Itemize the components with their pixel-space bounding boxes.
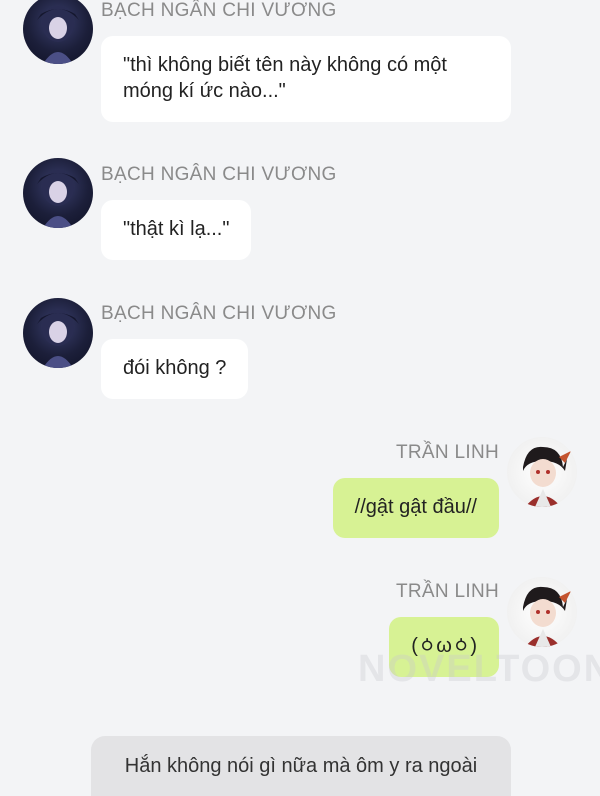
sender-name: BẠCH NGÂN CHI VƯƠNG	[101, 164, 337, 185]
chat-view: BẠCH NGÂN CHI VƯƠNG "thì không biết tên …	[0, 0, 600, 796]
avatar-bach-ngan-chi-vuong[interactable]	[23, 0, 93, 64]
message-bubble: //gật gật đầu//	[332, 478, 499, 538]
message-bubble: "thì không biết tên này không có một món…	[101, 36, 511, 122]
message-line: móng kí ức nào..."	[123, 80, 286, 102]
avatar-bach-ngan-chi-vuong[interactable]	[23, 158, 93, 228]
message-line: "thì không biết tên này không có một	[123, 54, 447, 76]
message-bubble: "thật kì lạ..."	[101, 200, 252, 260]
message-bubble: đói không ?	[101, 339, 249, 399]
avatar-tran-linh[interactable]	[507, 437, 577, 507]
character-portrait-icon	[523, 586, 571, 647]
sender-name: TRẦN LINH	[396, 581, 499, 602]
narration-box: Hắn không nói gì nữa mà ôm y ra ngoài	[91, 736, 511, 796]
sender-name: BẠCH NGÂN CHI VƯƠNG	[101, 303, 337, 324]
sender-name: TRẦN LINH	[396, 442, 499, 463]
character-portrait-icon	[37, 170, 79, 228]
avatar-bach-ngan-chi-vuong[interactable]	[23, 298, 93, 368]
sender-name: BẠCH NGÂN CHI VƯƠNG	[101, 0, 337, 21]
message-line: "thật kì lạ..."	[123, 218, 230, 240]
character-portrait-icon	[37, 6, 79, 64]
narration-text: Hắn không nói gì nữa mà ôm y ra ngoài	[124, 754, 478, 777]
avatar-tran-linh[interactable]	[507, 577, 577, 647]
message-bubble: (ㆁωㆁ)	[389, 617, 499, 677]
message-line: đói không ?	[123, 357, 227, 379]
message-line: //gật gật đầu//	[354, 496, 477, 518]
character-portrait-icon	[523, 446, 571, 507]
character-portrait-icon	[37, 310, 79, 368]
message-line: (ㆁωㆁ)	[411, 635, 477, 657]
